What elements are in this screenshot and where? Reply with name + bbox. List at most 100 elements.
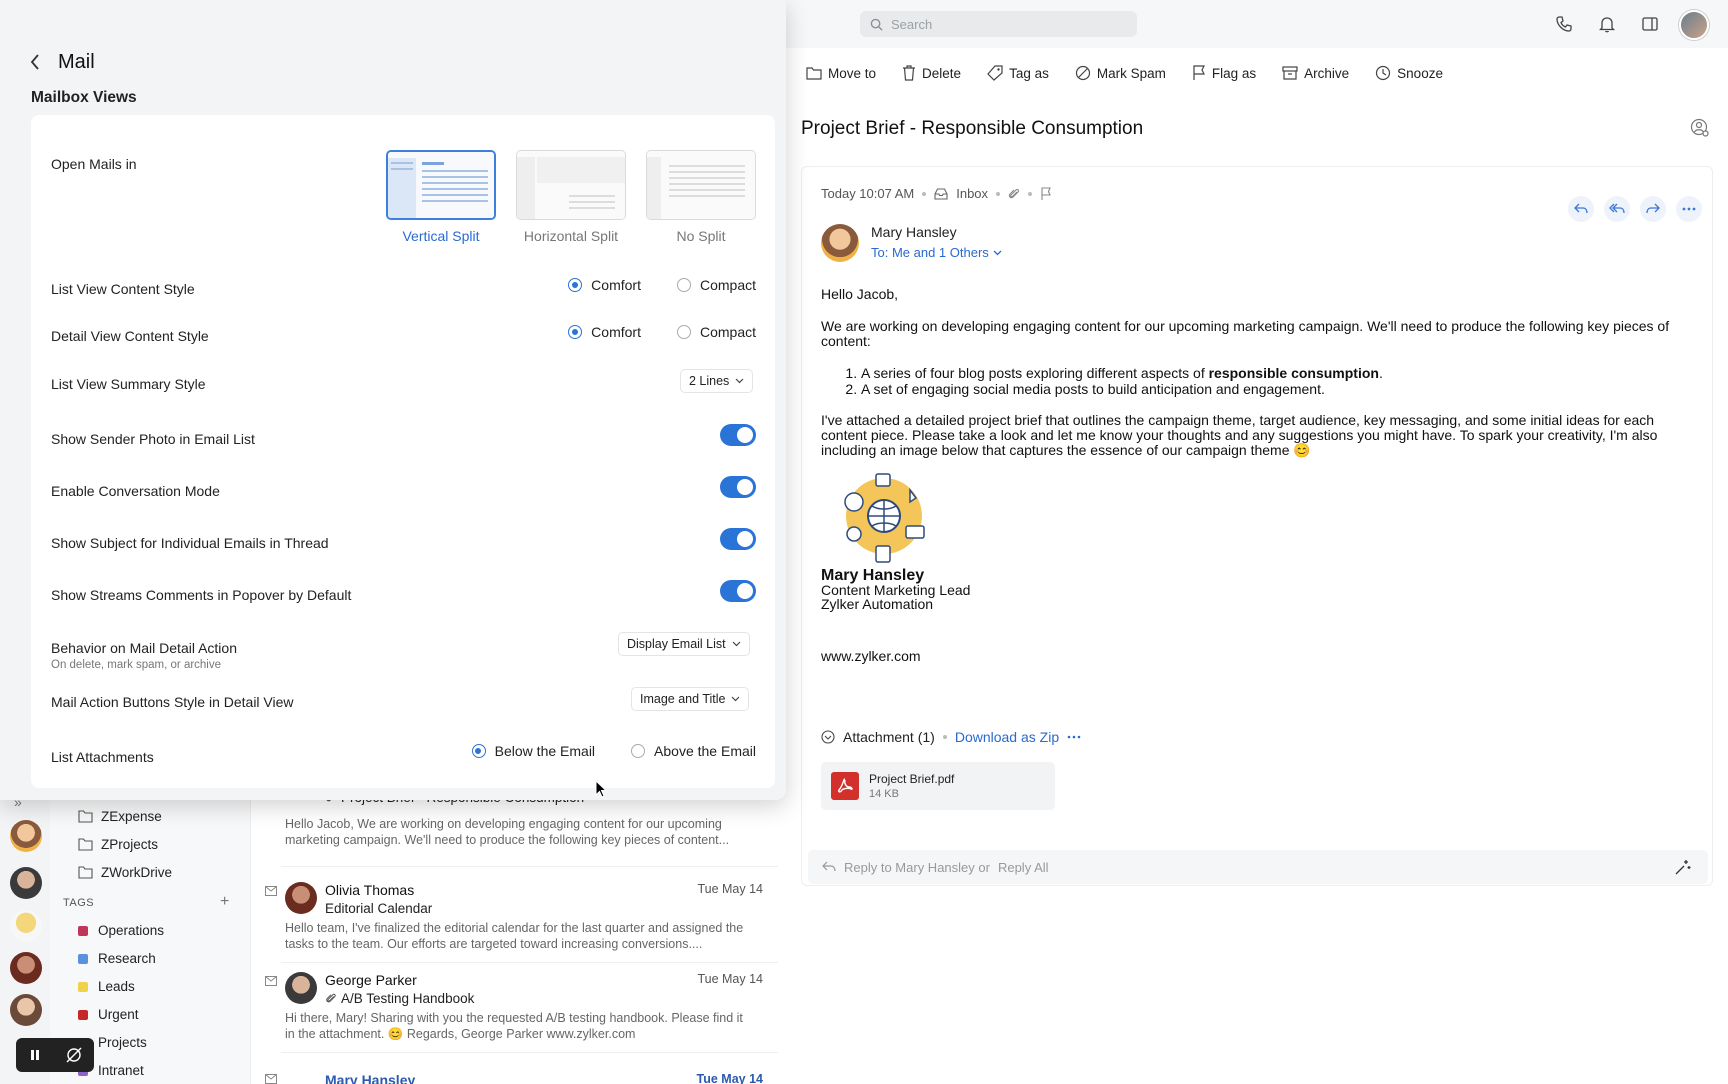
separator-dot [1028,191,1033,196]
folder-item[interactable]: ZProjects 2 [78,837,256,852]
email-list-item: A set of engaging social media posts to … [861,382,1691,397]
radio-label: Below the Email [494,743,596,759]
search-input[interactable]: Search [860,11,1137,37]
envelope-icon[interactable] [265,976,277,986]
contact-avatar[interactable] [10,952,42,984]
mail-sender: Olivia Thomas [325,882,415,898]
message-actions [1568,196,1702,222]
mail-date: Tue May 14 [697,882,763,896]
tag-item[interactable]: Urgent [78,1007,139,1022]
mark-spam-button[interactable]: Mark Spam [1075,65,1166,81]
tag-item[interactable]: Operations [78,923,164,938]
view-option-label: No Split [676,228,726,244]
summary-style-dropdown[interactable]: 2 Lines [680,369,754,393]
ai-sparkle-icon[interactable] [1674,858,1692,876]
show-streams-comments-toggle[interactable] [720,580,756,602]
settings-title[interactable]: Mail [58,51,95,74]
mail-toolbar: Move to Delete Tag as Mark Spam Flag as … [786,48,1728,98]
email-subject: Project Brief - Responsible Consumption [801,118,1144,139]
sender-name[interactable]: Mary Hansley [871,224,957,240]
radio-label: Comfort [591,324,641,340]
view-option-no-split[interactable]: No Split [646,150,756,244]
behavior-dropdown[interactable]: Display Email List [618,632,750,656]
view-option-vertical-split[interactable]: Vertical Split [386,150,496,244]
tag-item[interactable]: Research [78,951,156,966]
chevron-down-icon [732,696,740,702]
add-tag-icon[interactable]: + [220,893,229,911]
above-email-radio[interactable]: Above the Email [631,743,756,759]
view-option-label: Vertical Split [402,228,480,244]
user-avatar[interactable] [1679,10,1709,40]
behavior-on-detail-action-hint: On delete, mark spam, or archive [51,659,222,671]
enable-conversation-toggle[interactable] [720,476,756,498]
contact-avatar[interactable] [10,820,42,852]
flag-icon[interactable] [1040,186,1052,201]
reply-icon[interactable] [1568,196,1594,222]
back-arrow-icon[interactable] [30,54,40,70]
archive-button[interactable]: Archive [1282,65,1349,81]
tag-as-button[interactable]: Tag as [987,65,1049,81]
mail-list-item[interactable]: Olivia Thomas Tue May 14 Editorial Calen… [251,882,771,962]
chevron-down-icon [735,378,744,384]
below-email-radio[interactable]: Below the Email [471,743,596,759]
contact-avatar[interactable] [10,867,42,899]
radio-circle [568,278,583,292]
action-buttons-style-dropdown[interactable]: Image and Title [631,687,750,711]
show-sender-photo-toggle[interactable] [720,424,756,446]
folder-name: ZWorkDrive [101,865,173,880]
reply-bar[interactable]: Reply to Mary Hansley or Reply All [808,850,1708,884]
download-zip-link[interactable]: Download as Zip [955,729,1059,745]
contact-avatar[interactable] [10,910,42,942]
list-view-summary-style-label: List View Summary Style [51,376,206,392]
comfort-radio[interactable]: Comfort [568,277,641,293]
mail-list-item[interactable]: George Parker Tue May 14 A/B Testing Han… [251,972,771,1052]
sender-avatar[interactable] [821,224,859,262]
mail-list-item[interactable]: Mary Hansley Tue May 14 [251,1072,771,1084]
reply-to-link[interactable]: Reply to Mary Hansley or [844,860,990,875]
campaign-illustration [844,473,925,563]
more-icon[interactable] [1067,735,1081,739]
snooze-button[interactable]: Snooze [1375,65,1443,81]
view-option-label: Horizontal Split [523,228,619,244]
tag-color-swatch [78,1009,88,1020]
folder-item[interactable]: ZExpense [78,809,162,824]
stop-recording-icon[interactable] [65,1046,83,1064]
tag-item[interactable]: Leads [78,979,135,994]
signature-website[interactable]: www.zylker.com [821,648,921,664]
envelope-icon[interactable] [265,1074,277,1084]
show-subject-individual-toggle[interactable] [720,528,756,550]
compact-radio[interactable]: Compact [676,277,756,293]
collapse-circle-icon[interactable] [821,730,835,744]
snooze-label: Snooze [1397,65,1443,81]
recipients-toggle[interactable]: To: Me and 1 Others [871,245,1002,260]
email-folder[interactable]: Inbox [956,186,988,201]
bell-icon[interactable] [1595,12,1619,36]
pause-icon[interactable] [28,1048,42,1062]
compact-radio[interactable]: Compact [676,324,756,340]
reply-all-link[interactable]: Reply All [998,860,1049,875]
move-to-button[interactable]: Move to [806,66,876,81]
contact-settings-icon[interactable] [1690,118,1710,138]
trash-icon [903,65,916,81]
folder-icon [78,810,93,823]
forward-icon[interactable] [1640,196,1666,222]
panel-toggle-icon[interactable] [1638,12,1662,36]
behavior-on-detail-action-label: Behavior on Mail Detail Action [51,640,237,656]
flag-as-button[interactable]: Flag as [1192,65,1256,81]
delete-button[interactable]: Delete [902,65,961,81]
contact-avatar[interactable] [10,994,42,1026]
mail-date: Tue May 14 [697,972,763,986]
mail-list: Project Brief - Responsible Consumption … [250,790,786,1084]
attachment-file[interactable]: Project Brief.pdf 14 KB [821,762,1055,810]
email-time: Today 10:07 AM [821,186,915,201]
reply-all-icon[interactable] [1604,196,1630,222]
mail-preview: Hello Jacob, We are working on developin… [285,817,730,847]
phone-icon[interactable] [1552,12,1576,36]
more-options-icon[interactable] [1676,196,1702,222]
chevron-down-icon [732,641,741,647]
folder-item[interactable]: ZWorkDrive [78,865,172,880]
envelope-icon[interactable] [265,886,277,896]
comfort-radio[interactable]: Comfort [568,324,641,340]
view-option-horizontal-split[interactable]: Horizontal Split [516,150,626,244]
radio-label: Compact [699,324,756,340]
